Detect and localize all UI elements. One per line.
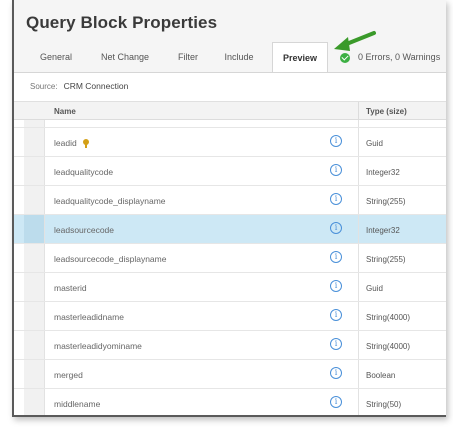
table-row[interactable]: masterleadidyominame i String(4000) bbox=[14, 331, 446, 360]
row-gutter[interactable] bbox=[24, 157, 45, 185]
info-icon[interactable]: i bbox=[330, 222, 342, 234]
field-name-text: leadsourcecode_displayname bbox=[54, 254, 167, 264]
table-row[interactable]: leadid i Guid bbox=[14, 128, 446, 157]
field-name: merged bbox=[54, 370, 83, 380]
info-icon[interactable]: i bbox=[330, 367, 342, 379]
field-type: Guid bbox=[366, 139, 383, 148]
row-gutter[interactable] bbox=[24, 360, 45, 388]
info-icon[interactable]: i bbox=[330, 309, 342, 321]
table-row[interactable]: leadqualitycode i Integer32 bbox=[14, 157, 446, 186]
field-type: String(4000) bbox=[366, 342, 411, 351]
table-row[interactable]: merged i Boolean bbox=[14, 360, 446, 389]
query-block-properties-window: Query Block Properties General Net Chang… bbox=[12, 0, 446, 417]
field-name-text: masterleadidname bbox=[54, 312, 124, 322]
validation-status: 0 Errors, 0 Warnings bbox=[340, 42, 440, 72]
field-type: Guid bbox=[366, 284, 383, 293]
row-gutter[interactable] bbox=[24, 273, 45, 301]
table-row[interactable]: masterleadidname i String(4000) bbox=[14, 302, 446, 331]
field-type: String(50) bbox=[366, 400, 402, 409]
field-name: masterleadidname bbox=[54, 312, 124, 322]
column-separator bbox=[358, 273, 359, 301]
field-name-text: leadsourcecode bbox=[54, 225, 115, 235]
field-type: Boolean bbox=[366, 371, 396, 380]
column-header-type[interactable]: Type (size) bbox=[366, 107, 407, 116]
source-value: CRM Connection bbox=[63, 81, 129, 91]
tab-preview[interactable]: Preview bbox=[272, 42, 328, 73]
row-gutter[interactable] bbox=[24, 128, 45, 156]
column-header-name[interactable]: Name bbox=[54, 107, 76, 116]
field-name: leadqualitycode bbox=[54, 167, 113, 177]
info-icon[interactable]: i bbox=[330, 251, 342, 263]
check-circle-icon bbox=[340, 52, 350, 63]
field-name: leadqualitycode_displayname bbox=[54, 196, 166, 206]
info-icon[interactable]: i bbox=[330, 396, 342, 408]
column-separator bbox=[358, 157, 359, 185]
tab-net-change[interactable]: Net Change bbox=[92, 42, 158, 72]
tab-include[interactable]: Include bbox=[214, 42, 264, 72]
column-separator bbox=[358, 360, 359, 388]
table-row[interactable]: leadsourcecode_displayname i String(255) bbox=[14, 244, 446, 273]
info-icon[interactable]: i bbox=[330, 193, 342, 205]
schema-rows: leadsourcecampaigniDateTimeleadidiGuidle… bbox=[14, 107, 446, 415]
table-row[interactable]: masterid i Guid bbox=[14, 273, 446, 302]
column-separator bbox=[358, 389, 359, 415]
column-separator bbox=[358, 215, 359, 243]
field-name-text: middlename bbox=[54, 399, 101, 409]
row-gutter[interactable] bbox=[24, 215, 45, 243]
column-separator bbox=[358, 128, 359, 156]
field-name-text: masterleadidyominame bbox=[54, 341, 142, 351]
column-separator bbox=[358, 302, 359, 330]
field-name-text: leadid bbox=[54, 138, 77, 148]
info-icon[interactable]: i bbox=[330, 280, 342, 292]
field-name: leadid bbox=[54, 138, 89, 148]
column-separator bbox=[358, 244, 359, 272]
field-type: String(4000) bbox=[366, 313, 411, 322]
source-label: Source: bbox=[30, 82, 58, 91]
source-line: Source: CRM Connection bbox=[30, 81, 128, 91]
key-icon bbox=[82, 139, 89, 148]
info-icon[interactable]: i bbox=[330, 338, 342, 350]
row-gutter[interactable] bbox=[24, 244, 45, 272]
grid-header: Name Type (size) bbox=[14, 101, 446, 120]
field-name-text: leadqualitycode bbox=[54, 167, 114, 177]
field-type: Integer32 bbox=[366, 168, 400, 177]
field-name: masterleadidyominame bbox=[54, 341, 142, 351]
field-name: masterid bbox=[54, 283, 87, 293]
field-name: middlename bbox=[54, 399, 100, 409]
row-gutter[interactable] bbox=[24, 302, 45, 330]
table-row[interactable]: leadsourcecode i Integer32 bbox=[14, 215, 446, 244]
info-icon[interactable]: i bbox=[330, 164, 342, 176]
row-gutter[interactable] bbox=[24, 331, 45, 359]
field-type: Integer32 bbox=[366, 226, 400, 235]
table-row[interactable]: middlename i String(50) bbox=[14, 389, 446, 415]
info-icon[interactable]: i bbox=[330, 135, 342, 147]
column-separator bbox=[358, 331, 359, 359]
field-name-text: merged bbox=[54, 370, 83, 380]
field-type: String(255) bbox=[366, 197, 406, 206]
column-separator[interactable] bbox=[358, 102, 359, 119]
field-name-text: masterid bbox=[54, 283, 87, 293]
table-row[interactable]: leadqualitycode_displayname i String(255) bbox=[14, 186, 446, 215]
field-type: String(255) bbox=[366, 255, 406, 264]
row-gutter[interactable] bbox=[24, 389, 45, 415]
tab-filter[interactable]: Filter bbox=[166, 42, 210, 72]
window-title: Query Block Properties bbox=[26, 13, 218, 32]
field-name: leadsourcecode bbox=[54, 225, 114, 235]
preview-panel: Source:CRM Connection leadsourcecampaign… bbox=[14, 72, 446, 415]
row-gutter[interactable] bbox=[24, 186, 45, 214]
validation-status-text: 0 Errors, 0 Warnings bbox=[358, 52, 441, 62]
field-name-text: leadqualitycode_displayname bbox=[54, 196, 166, 206]
tab-general[interactable]: General bbox=[26, 42, 86, 72]
column-separator bbox=[358, 186, 359, 214]
field-name: leadsourcecode_displayname bbox=[54, 254, 166, 264]
schema-grid: leadsourcecampaigniDateTimeleadidiGuidle… bbox=[14, 101, 446, 415]
